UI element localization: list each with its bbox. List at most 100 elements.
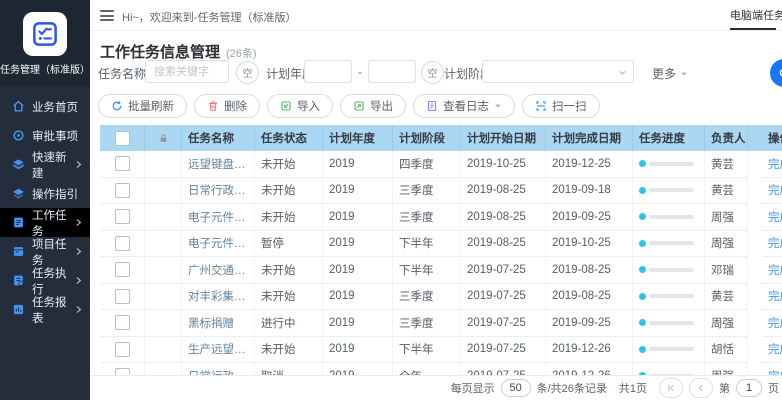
complete-link[interactable]: 完成 — [768, 262, 782, 278]
scan-button[interactable]: 扫一扫 — [522, 94, 600, 118]
sidebar-item-label: 快速新建 — [32, 149, 74, 181]
complete-link[interactable]: 完成 — [768, 368, 782, 375]
clear-plan-year-button[interactable]: 空 — [421, 61, 444, 84]
row-checkbox[interactable] — [115, 183, 130, 198]
cell-lock — [145, 310, 182, 337]
top-bar: Hi~，欢迎来到-任务管理（标准版） 电脑端任务 — [90, 0, 782, 31]
cell-gutter — [748, 284, 762, 311]
current-page-input[interactable] — [736, 379, 762, 397]
cell-stage: 下半年 — [393, 231, 461, 258]
progress-dot[interactable] — [639, 187, 646, 194]
cell-progress — [633, 231, 705, 258]
plan-stage-select[interactable] — [482, 60, 634, 83]
task-name-link[interactable]: 广州交通规... — [188, 262, 248, 278]
task-name-link[interactable]: 黑标捐赠 — [188, 315, 234, 331]
more-filters-label: 更多 — [652, 65, 676, 82]
approval-icon — [12, 129, 25, 142]
task-name-link[interactable]: 日常行政考核 — [188, 182, 248, 198]
column-header-name: 任务名称 — [182, 125, 255, 151]
row-checkbox[interactable] — [115, 368, 130, 375]
progress-dot[interactable] — [639, 346, 646, 353]
cell-owner: 周强 — [705, 363, 748, 375]
sidebar-item-home[interactable]: 业务首页 — [0, 92, 90, 121]
task-name-link[interactable]: 日常行政考核 — [188, 368, 248, 375]
row-checkbox[interactable] — [115, 315, 130, 330]
total-pages-label: 共1页 — [619, 380, 647, 396]
progress-dot[interactable] — [639, 213, 646, 220]
cell-stage: 下半年 — [393, 337, 461, 364]
complete-link[interactable]: 完成 — [768, 315, 782, 331]
first-page-icon — [666, 383, 676, 393]
task-name-link[interactable]: 生产远望电... — [188, 341, 248, 357]
menu-toggle-icon[interactable] — [100, 10, 114, 21]
column-header-lock — [145, 125, 182, 151]
sidebar-item-approvals[interactable]: 审批事项 — [0, 121, 90, 150]
sidebar-item-project-tasks[interactable]: 项目任务 — [0, 237, 90, 266]
complete-link[interactable]: 完成 — [768, 156, 782, 172]
clear-task-name-button[interactable]: 空 — [236, 61, 259, 84]
task-name-input[interactable] — [145, 60, 229, 83]
more-filters-button[interactable]: 更多 — [652, 65, 688, 82]
export-button[interactable]: 导出 — [340, 94, 406, 118]
row-checkbox[interactable] — [115, 289, 130, 304]
row-checkbox[interactable] — [115, 262, 130, 277]
cell-status: 未开始 — [255, 257, 323, 284]
row-checkbox[interactable] — [115, 236, 130, 251]
cell-check — [100, 204, 145, 231]
row-checkbox[interactable] — [115, 156, 130, 171]
per-page-input[interactable] — [501, 379, 531, 397]
delete-button[interactable]: 删除 — [194, 94, 260, 118]
sidebar-item-quick-create[interactable]: 快速新建 — [0, 150, 90, 179]
progress-dot[interactable] — [639, 319, 646, 326]
cell-check — [100, 151, 145, 178]
progress-dot[interactable] — [639, 266, 646, 273]
sidebar-item-guide[interactable]: 操作指引 — [0, 179, 90, 208]
cell-progress — [633, 284, 705, 311]
plan-year-from-input[interactable] — [304, 60, 352, 83]
complete-link[interactable]: 完成 — [768, 288, 782, 304]
task-name-link[interactable]: 对丰彩集团... — [188, 288, 248, 304]
progress-bar — [649, 162, 694, 166]
complete-link[interactable]: 完成 — [768, 235, 782, 251]
row-checkbox[interactable] — [115, 342, 130, 357]
task-name-link[interactable]: 电子元件采... — [188, 235, 248, 251]
cell-start: 2019-08-25 — [461, 231, 546, 258]
complete-link[interactable]: 完成 — [768, 341, 782, 357]
cell-progress — [633, 363, 705, 375]
view-log-button[interactable]: 查看日志 — [413, 94, 515, 118]
import-button[interactable]: 导入 — [267, 94, 333, 118]
cell-progress — [633, 310, 705, 337]
cell-start: 2019-07-25 — [461, 310, 546, 337]
progress-dot[interactable] — [639, 160, 646, 167]
batch-refresh-button[interactable]: 批量刷新 — [98, 94, 187, 118]
task-name-link[interactable]: 电子元件采... — [188, 209, 248, 225]
cell-name: 广州交通规... — [182, 257, 255, 284]
cell-lock — [145, 204, 182, 231]
log-icon — [426, 100, 438, 112]
cell-start: 2019-07-25 — [461, 363, 546, 375]
plan-year-to-input[interactable] — [368, 60, 416, 83]
search-button[interactable] — [770, 59, 782, 87]
progress-bar — [649, 294, 694, 298]
progress-dot[interactable] — [639, 293, 646, 300]
prev-page-button[interactable] — [689, 378, 713, 398]
complete-link[interactable]: 完成 — [768, 182, 782, 198]
tab-desktop-tasks[interactable]: 电脑端任务 — [730, 7, 776, 30]
worktask-icon — [12, 216, 25, 229]
sidebar-item-work-tasks[interactable]: 工作任务 — [0, 208, 90, 237]
cell-start: 2019-08-25 — [461, 204, 546, 231]
caret-down-icon — [494, 102, 502, 110]
scrollbar-gutter — [748, 125, 762, 151]
task-name-link[interactable]: 远望键盘的... — [188, 156, 248, 172]
cell-progress — [633, 151, 705, 178]
sidebar-item-task-reports[interactable]: 任务报表 — [0, 295, 90, 324]
cell-name: 电子元件采... — [182, 204, 255, 231]
trash-icon — [207, 100, 219, 112]
progress-dot[interactable] — [639, 240, 646, 247]
select-all-checkbox[interactable] — [115, 131, 130, 146]
import-icon — [280, 100, 292, 112]
first-page-button[interactable] — [659, 378, 683, 398]
row-checkbox[interactable] — [115, 209, 130, 224]
complete-link[interactable]: 完成 — [768, 209, 782, 225]
sidebar-item-task-execution[interactable]: 任务执行 — [0, 266, 90, 295]
